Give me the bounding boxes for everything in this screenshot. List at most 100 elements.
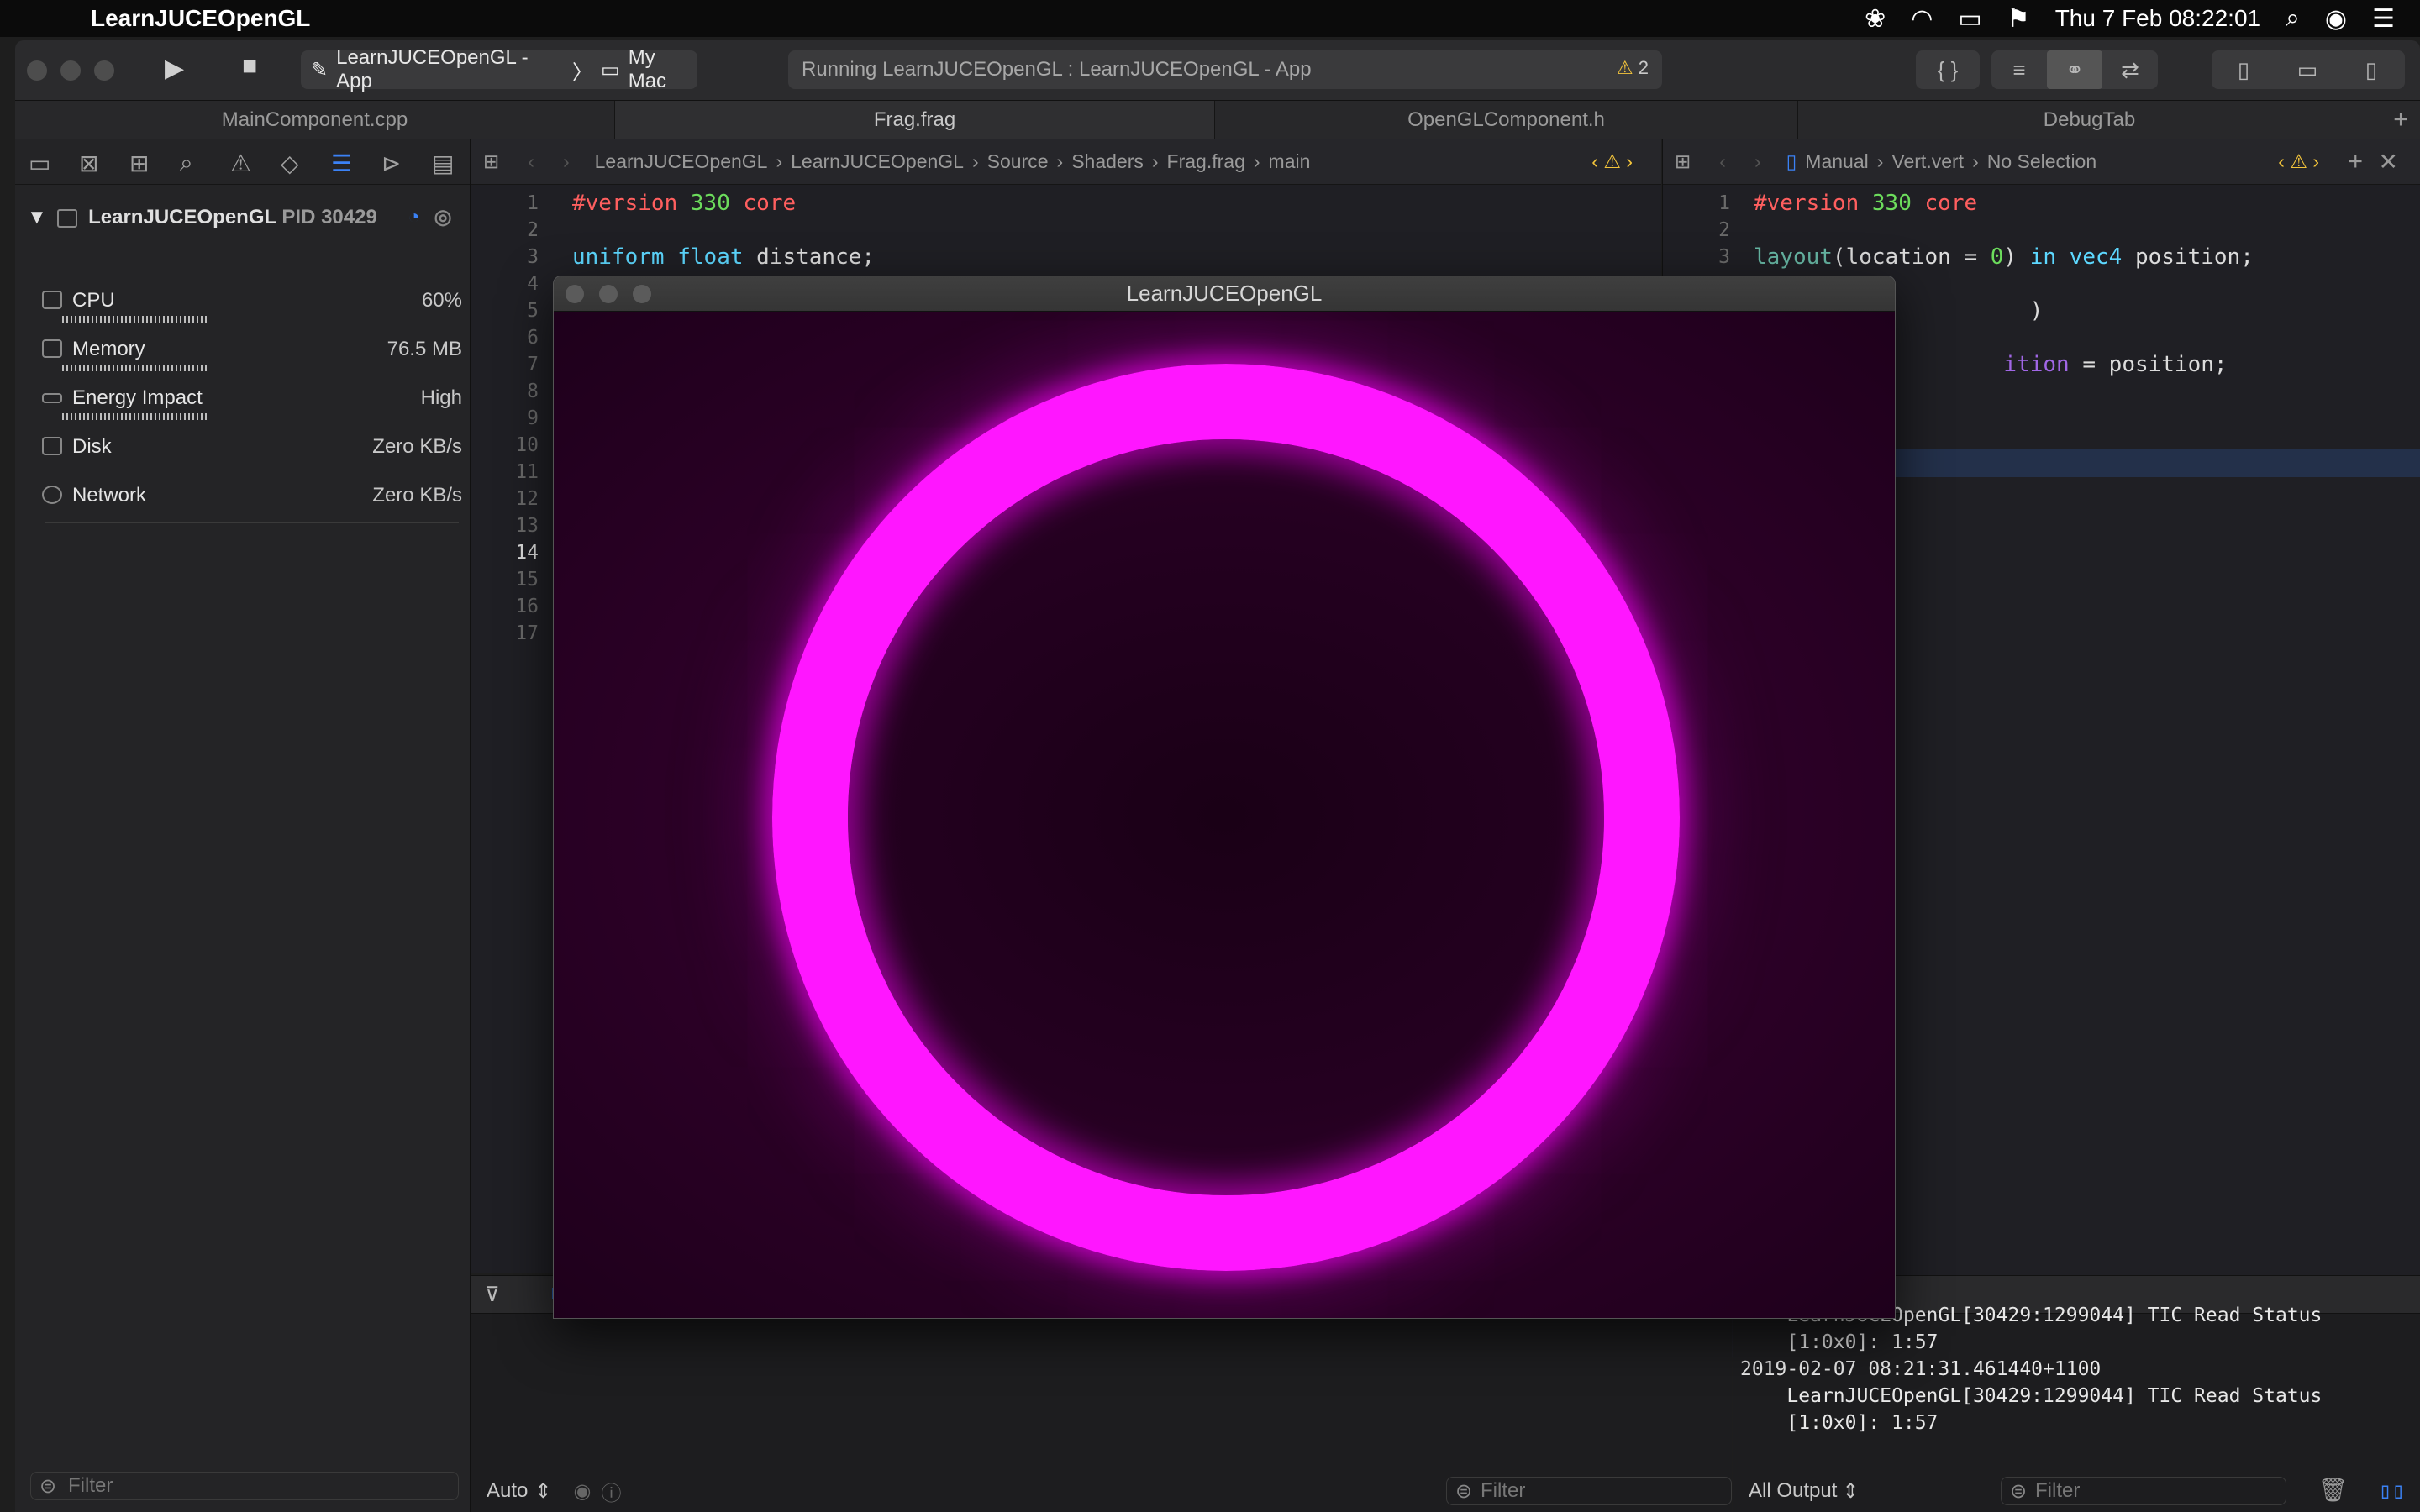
- vars-filter-input[interactable]: ⊜ Filter: [1446, 1477, 1732, 1505]
- breadcrumb-file[interactable]: Vert.vert: [1891, 150, 1964, 173]
- list-icon[interactable]: ☰: [2372, 4, 2395, 34]
- hide-debug-icon[interactable]: ⊽: [485, 1283, 500, 1307]
- assistant-editor-icon[interactable]: ⚭: [2047, 50, 2102, 89]
- jump-bar-right: ⊞ ‹ › ▯ Manual › Vert.vert › No Selectio…: [1663, 139, 2420, 185]
- console-output[interactable]: LearnJUCEOpenGL[30429:1299044] TIC Read …: [1733, 1305, 2420, 1512]
- editor-mode-control: ≡ ⚭ ⇄: [1991, 50, 2158, 89]
- issue-nav-icon[interactable]: ‹ ⚠ ›: [1591, 150, 1633, 173]
- tab-main-component[interactable]: MainComponent.cpp: [15, 101, 615, 139]
- close-button[interactable]: [27, 60, 47, 81]
- status-area: ❀ ◠ ▭ ⚑ Thu 7 Feb 08:22:01 ⌕ ◉ ☰: [1865, 0, 2395, 37]
- gauge-energy[interactable]: Energy Impact High: [42, 386, 462, 420]
- zoom-button[interactable]: [94, 60, 114, 81]
- flag-icon[interactable]: ⚑: [2007, 4, 2030, 34]
- warning-badge[interactable]: ⚠ 2: [1617, 57, 1649, 79]
- app-window-titlebar[interactable]: LearnJUCEOpenGL: [554, 276, 1895, 312]
- code-area[interactable]: #version 330 core uniform float distance…: [572, 190, 875, 270]
- gauge-disk[interactable]: Disk Zero KB/s: [42, 435, 462, 459]
- console-line: LearnJUCEOpenGL[30429:1299044] TIC Read …: [1740, 1385, 2323, 1407]
- add-editor-icon[interactable]: +: [2348, 148, 2363, 176]
- debug-nav-icon[interactable]: ☰: [331, 150, 352, 177]
- report-icon[interactable]: ▤: [432, 150, 454, 177]
- find-icon[interactable]: ⌕: [180, 150, 193, 177]
- gauge-cpu[interactable]: CPU 60%: [42, 289, 462, 323]
- navigator-toggle-icon[interactable]: ▯: [2212, 50, 2275, 89]
- chevron-updown-icon: ⇕: [534, 1479, 552, 1503]
- forward-icon[interactable]: ›: [1754, 150, 1761, 173]
- search-icon[interactable]: ⌕: [2286, 4, 2300, 33]
- test-icon[interactable]: ◇: [281, 150, 299, 177]
- gauge-network[interactable]: Network Zero KB/s: [42, 484, 462, 507]
- close-editor-icon[interactable]: ✕: [2379, 148, 2398, 176]
- navigator-filter-input[interactable]: ⊜ Filter: [30, 1472, 459, 1500]
- trash-icon[interactable]: 🗑: [2317, 1476, 2348, 1504]
- eye-icon[interactable]: ◉: [573, 1479, 591, 1504]
- hierarchy-icon[interactable]: ⊞: [129, 150, 149, 177]
- gauge-memory[interactable]: Memory 76.5 MB: [42, 338, 462, 371]
- clock[interactable]: Thu 7 Feb 08:22:01: [2055, 5, 2260, 32]
- split-view-icon[interactable]: ▯▯: [2379, 1478, 2405, 1504]
- disclosure-triangle-icon[interactable]: ▼: [27, 206, 47, 228]
- output-selector[interactable]: All Output: [1749, 1479, 1837, 1503]
- siri-icon[interactable]: ◉: [2325, 4, 2347, 34]
- add-tab-button[interactable]: +: [2381, 101, 2420, 139]
- breadcrumb-source[interactable]: Source: [987, 150, 1049, 173]
- tab-opengl-component[interactable]: OpenGLComponent.h: [1215, 101, 1798, 139]
- chevron-right-icon: ›: [1876, 150, 1884, 172]
- scope-selector[interactable]: Auto: [487, 1479, 528, 1503]
- version-editor-icon[interactable]: ⇄: [2102, 50, 2158, 89]
- stop-button[interactable]: ■: [242, 52, 257, 81]
- energy-icon: [42, 393, 62, 403]
- breadcrumb-project[interactable]: LearnJUCEOpenGL: [595, 150, 768, 173]
- forward-icon[interactable]: ›: [563, 150, 570, 173]
- back-icon[interactable]: ‹: [528, 150, 534, 173]
- wifi-icon[interactable]: ◠: [1911, 4, 1933, 34]
- folder-icon[interactable]: ▭: [29, 150, 50, 177]
- app-close-button[interactable]: [566, 285, 584, 303]
- gauge-value: Zero KB/s: [372, 435, 462, 458]
- library-button[interactable]: { }: [1916, 50, 1980, 89]
- divider: [45, 522, 459, 523]
- lotus-icon[interactable]: ❀: [1865, 4, 1886, 34]
- breadcrumb-symbol[interactable]: main: [1269, 150, 1311, 173]
- opengl-canvas[interactable]: [554, 312, 1895, 1318]
- issue-nav-icon[interactable]: ‹ ⚠ ›: [2278, 150, 2319, 173]
- debug-toggle-icon[interactable]: ▭: [2275, 50, 2339, 89]
- process-pid: PID 30429: [281, 206, 377, 228]
- breadcrumb-selection[interactable]: No Selection: [1987, 150, 2096, 173]
- app-window[interactable]: LearnJUCEOpenGL: [553, 276, 1896, 1319]
- back-icon[interactable]: ‹: [1719, 150, 1726, 173]
- inspector-toggle-icon[interactable]: ▯: [2339, 50, 2403, 89]
- scheme-name: LearnJUCEOpenGL - App: [336, 46, 529, 92]
- issue-icon[interactable]: ⚠: [230, 150, 251, 177]
- info-icon[interactable]: ⓘ: [601, 1477, 621, 1506]
- minimize-button[interactable]: [60, 60, 81, 81]
- source-control-icon[interactable]: ⊠: [79, 150, 98, 177]
- breadcrumb-file[interactable]: Frag.frag: [1167, 150, 1245, 173]
- toolbar: ▶ ■ ✎ LearnJUCEOpenGL - App 〉 ▭ My Mac R…: [15, 40, 2420, 101]
- tab-debug[interactable]: DebugTab: [1798, 101, 2381, 139]
- console-line: [1:0x0]: 1:57: [1740, 1412, 1939, 1434]
- app-zoom-button[interactable]: [633, 285, 651, 303]
- gauge-label: Network: [72, 484, 147, 507]
- split-icon: ▯: [1786, 150, 1797, 172]
- breadcrumb-mode[interactable]: Manual: [1805, 150, 1868, 173]
- breadcrumb-shaders[interactable]: Shaders: [1071, 150, 1144, 173]
- gauge-icon[interactable]: ◔: [408, 206, 420, 228]
- standard-editor-icon[interactable]: ≡: [1991, 50, 2047, 89]
- scheme-selector[interactable]: ✎ LearnJUCEOpenGL - App 〉 ▭ My Mac: [301, 46, 697, 92]
- breakpoint-icon[interactable]: ⊳: [381, 150, 401, 177]
- related-items-icon[interactable]: ⊞: [483, 150, 499, 173]
- app-minimize-button[interactable]: [599, 285, 618, 303]
- glowing-ring: [772, 364, 1680, 1271]
- battery-icon[interactable]: ▭: [1958, 4, 1981, 34]
- tab-frag[interactable]: Frag.frag: [615, 101, 1215, 139]
- breadcrumb-target[interactable]: LearnJUCEOpenGL: [791, 150, 964, 173]
- console-filter-input[interactable]: ⊜ Filter: [2001, 1477, 2286, 1505]
- app-menu-name[interactable]: LearnJUCEOpenGL: [91, 5, 310, 32]
- run-button[interactable]: ▶: [165, 54, 184, 83]
- process-row[interactable]: ▼ LearnJUCEOpenGL PID 30429 ◔ ◎: [27, 205, 452, 229]
- threads-icon[interactable]: ◎: [434, 206, 452, 228]
- filter-icon: ⊜: [1455, 1479, 1473, 1503]
- related-items-icon[interactable]: ⊞: [1675, 150, 1691, 173]
